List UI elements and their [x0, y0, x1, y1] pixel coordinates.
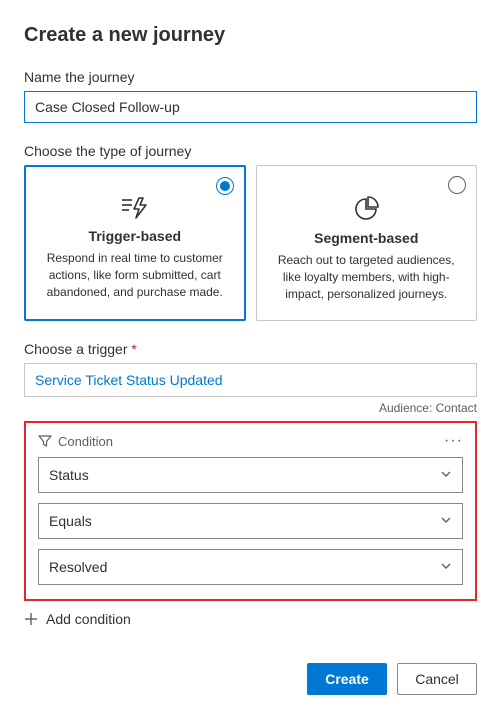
add-condition-button[interactable]: Add condition: [24, 611, 477, 627]
condition-attribute-value: Status: [49, 467, 89, 483]
radio-unselected-icon: [448, 176, 466, 194]
filter-icon: [38, 434, 52, 448]
cancel-button[interactable]: Cancel: [397, 663, 477, 695]
condition-value-select[interactable]: Resolved: [38, 549, 463, 585]
journey-type-segment-card[interactable]: Segment-based Reach out to targeted audi…: [256, 165, 478, 321]
segment-card-title: Segment-based: [273, 230, 461, 246]
bolt-icon: [41, 196, 229, 220]
condition-operator-select[interactable]: Equals: [38, 503, 463, 539]
trigger-label: Choose a trigger *: [24, 341, 477, 357]
type-label: Choose the type of journey: [24, 143, 477, 159]
required-marker: *: [131, 341, 136, 357]
more-icon[interactable]: ···: [444, 433, 463, 449]
trigger-card-title: Trigger-based: [41, 228, 229, 244]
name-label: Name the journey: [24, 69, 477, 85]
trigger-input[interactable]: Service Ticket Status Updated: [24, 363, 477, 397]
trigger-value: Service Ticket Status Updated: [35, 372, 223, 388]
journey-name-input[interactable]: [24, 91, 477, 123]
add-condition-label: Add condition: [46, 611, 131, 627]
journey-type-trigger-card[interactable]: Trigger-based Respond in real time to cu…: [24, 165, 246, 321]
pie-chart-icon: [273, 196, 461, 222]
segment-card-desc: Reach out to targeted audiences, like lo…: [273, 252, 461, 302]
chevron-down-icon: [440, 467, 452, 483]
create-button[interactable]: Create: [307, 663, 387, 695]
plus-icon: [24, 612, 38, 626]
chevron-down-icon: [440, 559, 452, 575]
radio-selected-icon: [216, 177, 234, 195]
condition-highlight-box: Condition ··· Status Equals Resolved: [24, 421, 477, 601]
condition-attribute-select[interactable]: Status: [38, 457, 463, 493]
trigger-card-desc: Respond in real time to customer actions…: [41, 250, 229, 300]
condition-operator-value: Equals: [49, 513, 92, 529]
audience-label: Audience: Contact: [24, 401, 477, 415]
page-title: Create a new journey: [24, 24, 477, 47]
chevron-down-icon: [440, 513, 452, 529]
condition-value-value: Resolved: [49, 559, 107, 575]
condition-header-label: Condition: [58, 434, 113, 449]
